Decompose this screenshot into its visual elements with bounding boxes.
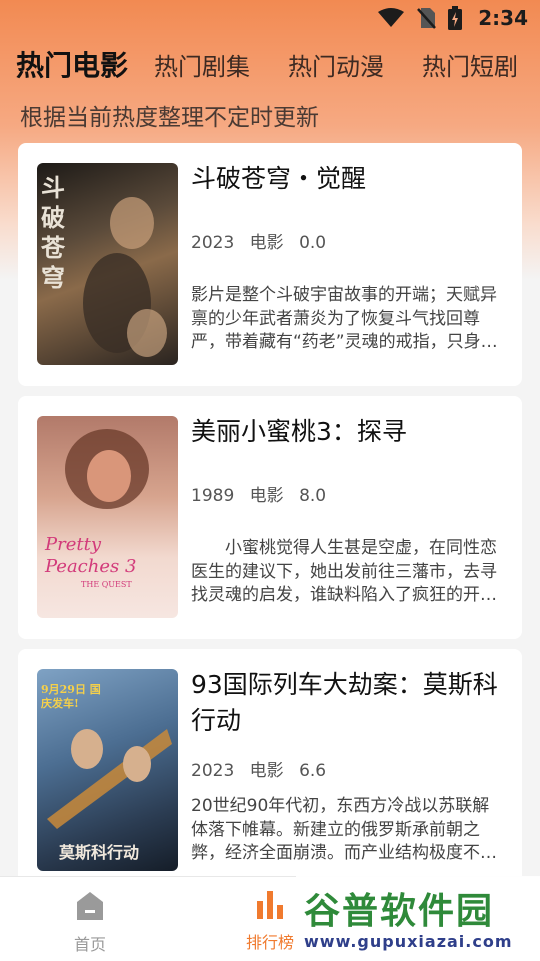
movie-description: 20世纪90年代初，东西方冷战以苏联解体落下帷幕。新建立的俄罗斯承前朝之弊，经济… bbox=[191, 796, 497, 863]
tab-hot-anime[interactable]: 热门动漫 bbox=[288, 47, 384, 82]
movie-card[interactable]: 9月29日 国庆发车! 莫斯科行动 93国际列车大劫案：莫斯科行动 2023 电… bbox=[18, 649, 522, 899]
movie-type: 电影 bbox=[249, 486, 284, 506]
home-icon bbox=[77, 892, 103, 920]
tab-hot-movies[interactable]: 热门电影 bbox=[16, 44, 128, 84]
movie-title[interactable]: 斗破苍穹・觉醒 bbox=[191, 161, 508, 197]
watermark-url: www.gupuxiazai.com bbox=[304, 932, 513, 951]
movie-poster[interactable]: 斗破苍穹 bbox=[37, 163, 178, 365]
movie-meta: 2023 电影 6.6 bbox=[191, 756, 336, 781]
movie-type: 电影 bbox=[249, 233, 284, 253]
poster-artwork bbox=[47, 729, 172, 829]
nav-home-label: 首页 bbox=[73, 935, 106, 954]
movie-description: 小蜜桃觉得人生甚是空虚，在同性恋医生的建议下，她出发前往三藩市，去寻找灵魂的启发… bbox=[191, 538, 497, 605]
status-bar: 2:34 bbox=[0, 0, 540, 36]
movie-poster[interactable]: 9月29日 国庆发车! 莫斯科行动 bbox=[37, 669, 178, 871]
poster-subtitle: 9月29日 国庆发车! bbox=[41, 683, 101, 710]
movie-description: 影片是整个斗破宇宙故事的开端；天赋异禀的少年武者萧炎为了恢复斗气找回尊严，带着藏… bbox=[191, 285, 498, 352]
movie-title[interactable]: 美丽小蜜桃3：探寻 bbox=[191, 414, 508, 450]
movie-type: 电影 bbox=[249, 761, 284, 781]
movie-rating: 6.6 bbox=[299, 761, 327, 781]
movie-list: 斗破苍穹 斗破苍穹・觉醒 2023 电影 0.0 影片是整个斗破宇宙故事的开端；… bbox=[18, 143, 522, 909]
movie-year: 1989 bbox=[191, 486, 235, 506]
movie-card[interactable]: Pretty Peaches 3 THE QUEST 美丽小蜜桃3：探寻 198… bbox=[18, 396, 522, 639]
movie-year: 2023 bbox=[191, 761, 235, 781]
movie-rating: 8.0 bbox=[299, 486, 327, 506]
movie-meta: 1989 电影 8.0 bbox=[191, 481, 336, 506]
tab-hot-shorts[interactable]: 热门短剧 bbox=[422, 47, 518, 82]
movie-poster[interactable]: Pretty Peaches 3 THE QUEST bbox=[37, 416, 178, 618]
poster-artwork bbox=[83, 197, 167, 357]
category-tabs: 热门电影 热门剧集 热门动漫 热门短剧 bbox=[16, 42, 540, 86]
site-watermark: 谷普软件园 www.gupuxiazai.com bbox=[296, 876, 540, 960]
movie-title[interactable]: 93国际列车大劫案：莫斯科行动 bbox=[191, 667, 508, 739]
movie-rating: 0.0 bbox=[299, 233, 327, 253]
nav-home[interactable]: 首页 bbox=[30, 891, 150, 955]
clock: 2:34 bbox=[478, 6, 528, 30]
tab-hot-series[interactable]: 热门剧集 bbox=[154, 47, 250, 82]
movie-meta: 2023 电影 0.0 bbox=[191, 228, 336, 253]
battery-icon bbox=[448, 6, 463, 30]
wifi-icon bbox=[378, 8, 405, 27]
no-sim-icon bbox=[417, 8, 437, 29]
list-subtitle: 根据当前热度整理不定时更新 bbox=[20, 105, 319, 131]
poster-artwork bbox=[65, 429, 149, 509]
watermark-logo: 谷普软件园 bbox=[304, 891, 495, 932]
bar-chart-icon bbox=[257, 891, 283, 919]
poster-title: 莫斯科行动 bbox=[59, 843, 140, 862]
poster-title: Pretty Peaches 3 bbox=[45, 534, 137, 577]
poster-title: 斗破苍穹 bbox=[41, 173, 65, 292]
movie-year: 2023 bbox=[191, 233, 235, 253]
poster-subtitle: THE QUEST bbox=[81, 580, 132, 589]
movie-card[interactable]: 斗破苍穹 斗破苍穹・觉醒 2023 电影 0.0 影片是整个斗破宇宙故事的开端；… bbox=[18, 143, 522, 386]
